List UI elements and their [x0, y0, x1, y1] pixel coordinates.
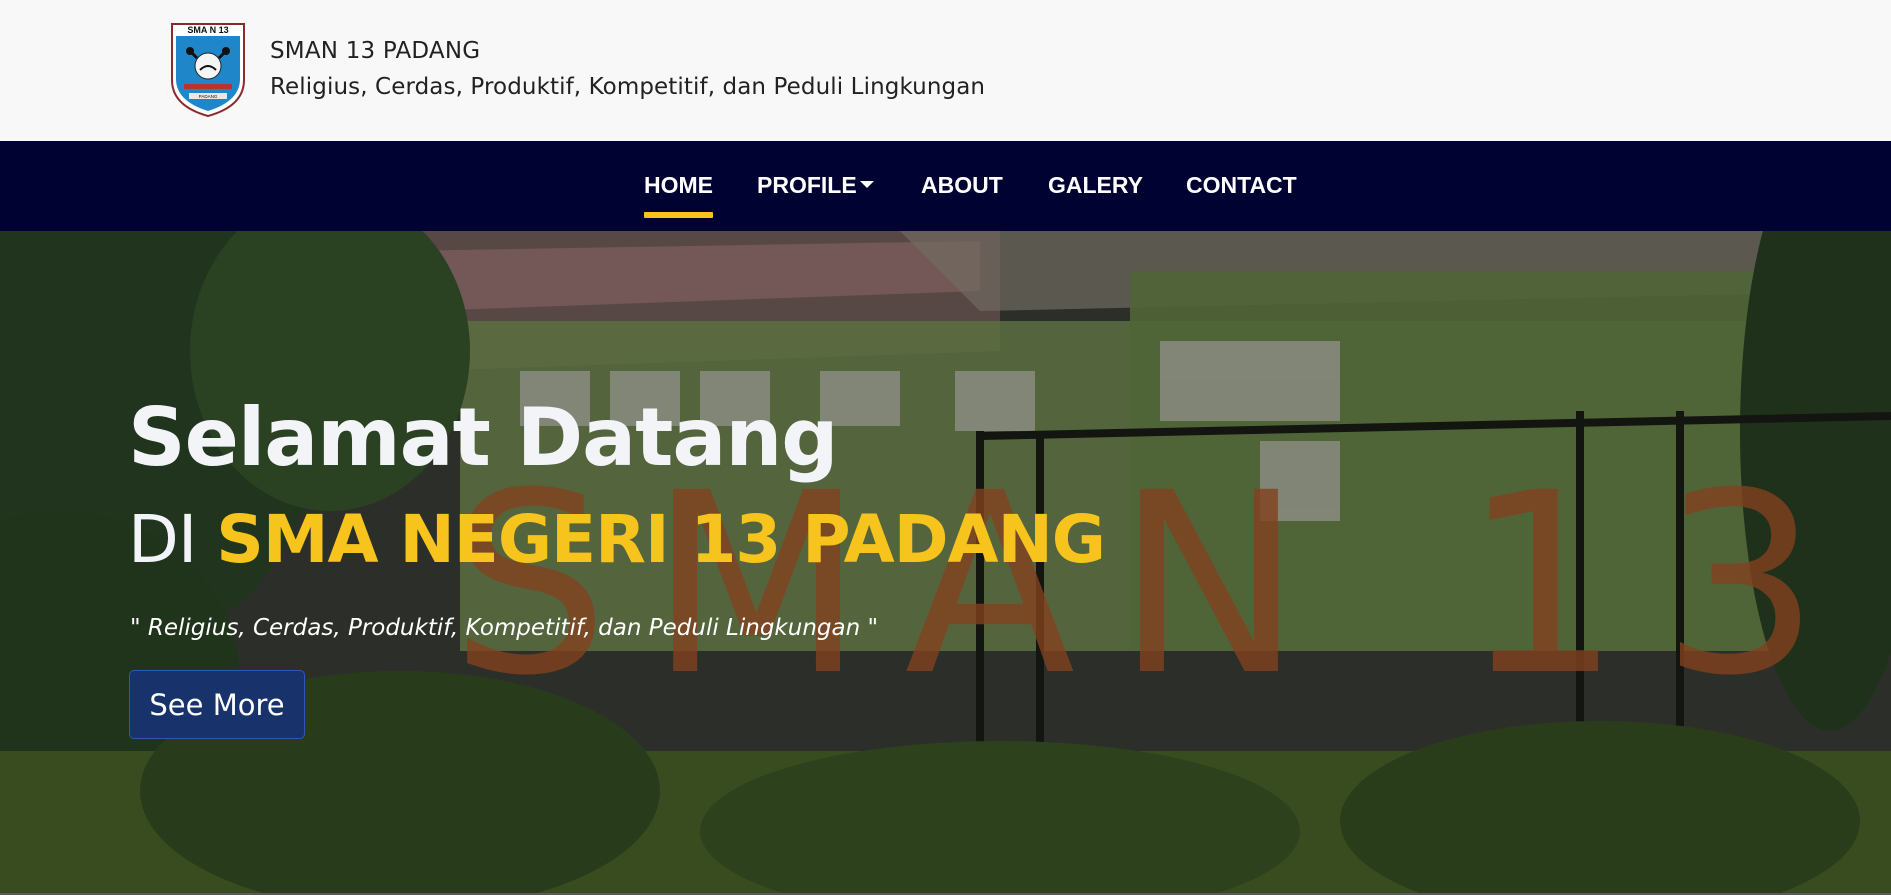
- nav-item-label: PROFILE: [757, 172, 857, 198]
- chevron-down-icon: [859, 181, 874, 188]
- nav-item-label: GALERY: [1048, 172, 1143, 198]
- see-more-button[interactable]: See More: [129, 670, 305, 739]
- hero-quote: " Religius, Cerdas, Produktif, Kompetiti…: [130, 615, 879, 641]
- nav-item-galery[interactable]: GALERY: [1048, 172, 1143, 199]
- hero-subtitle-prefix: DI: [128, 501, 197, 578]
- hero-section: SMAN 13 PADANG Selamat Datang DI SMA NEG…: [0, 231, 1891, 895]
- hero-title: Selamat Datang: [128, 391, 839, 484]
- nav-item-contact[interactable]: CONTACT: [1186, 172, 1297, 199]
- nav-item-about[interactable]: ABOUT: [921, 172, 1003, 199]
- nav-item-label: ABOUT: [921, 172, 1003, 198]
- hero-subtitle-school: SMA NEGERI 13 PADANG: [216, 501, 1106, 578]
- hero-subtitle: DI SMA NEGERI 13 PADANG: [128, 501, 1106, 578]
- nav-item-profile[interactable]: PROFILE: [757, 172, 874, 199]
- site-header: SMA N 13 PADANG SMAN 13 PADANG Religius,…: [0, 0, 1891, 141]
- nav-item-label: CONTACT: [1186, 172, 1297, 198]
- school-logo[interactable]: SMA N 13 PADANG: [169, 22, 247, 118]
- school-tagline: Religius, Cerdas, Produktif, Kompetitif,…: [270, 74, 986, 100]
- main-navigation: HOME PROFILE ABOUT GALERY CONTACT: [0, 141, 1891, 231]
- nav-item-home[interactable]: HOME: [644, 172, 713, 218]
- school-name[interactable]: SMAN 13 PADANG: [270, 38, 480, 64]
- nav-item-label: HOME: [644, 172, 713, 198]
- logo-motto: PADANG: [199, 94, 218, 99]
- logo-label: SMA N 13: [187, 25, 228, 35]
